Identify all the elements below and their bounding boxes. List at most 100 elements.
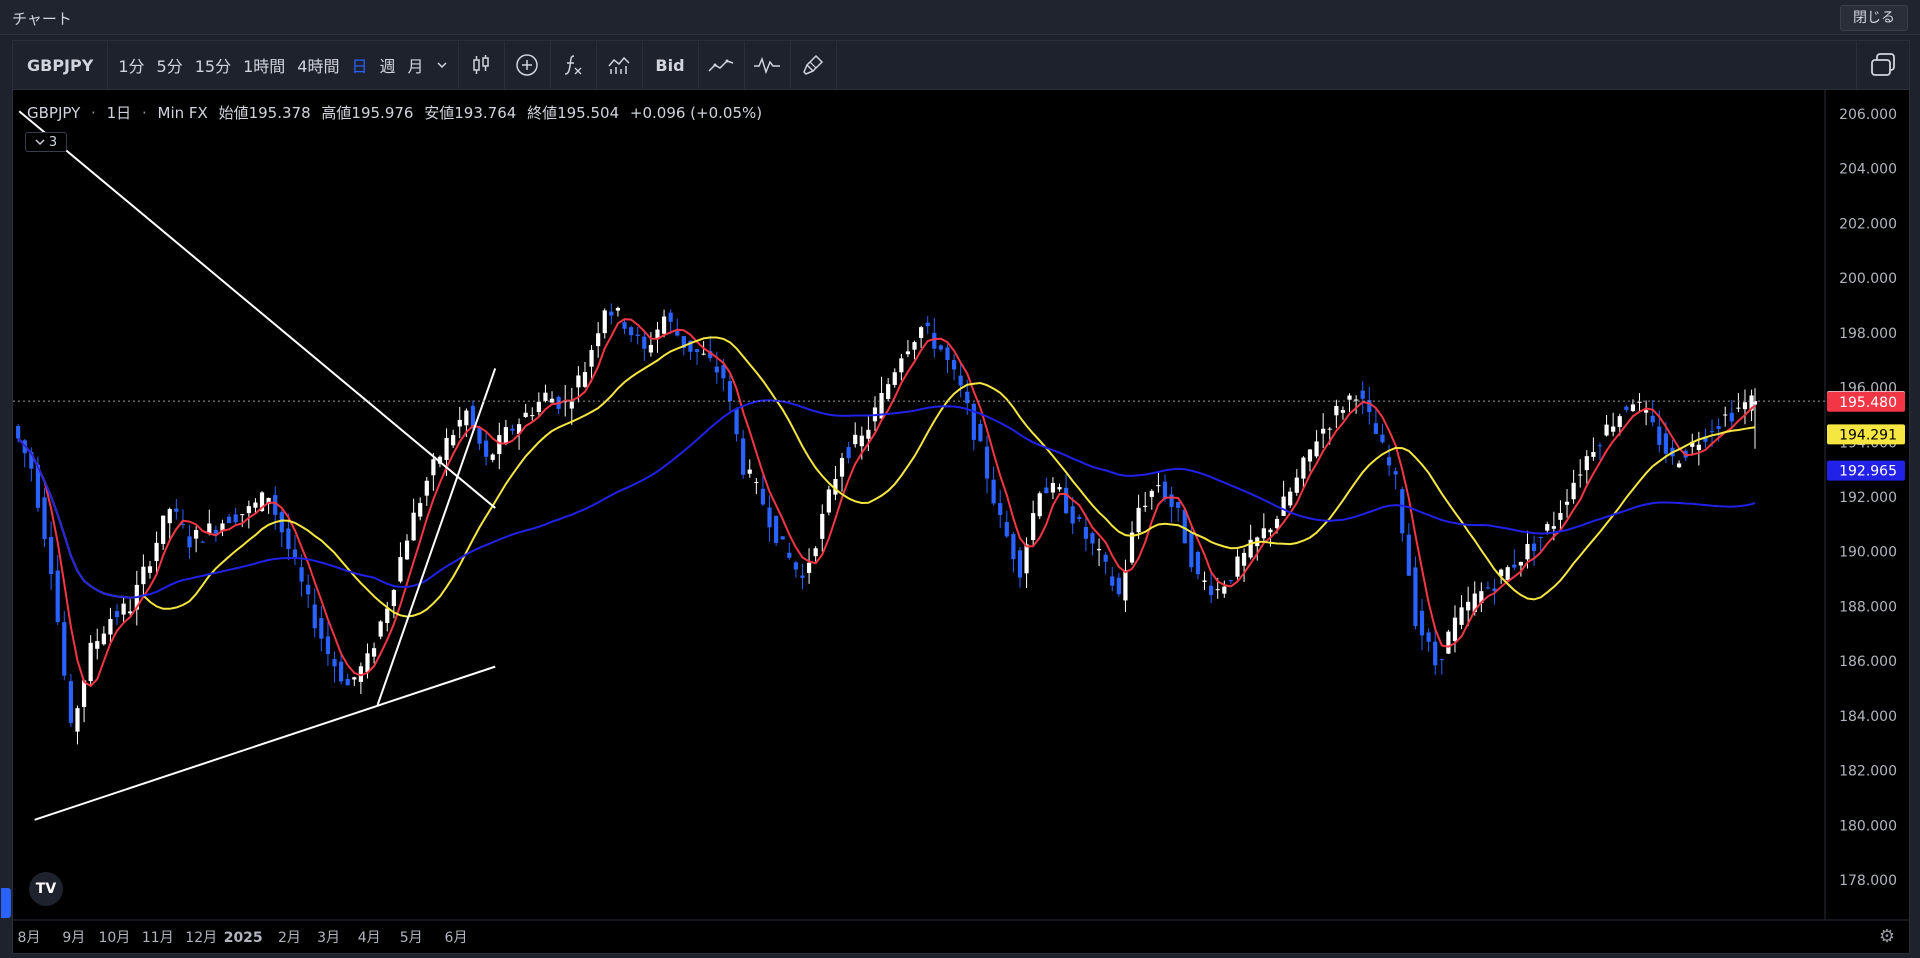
candle-body xyxy=(780,536,785,540)
candle-body xyxy=(68,681,73,723)
candle-body xyxy=(1644,410,1649,413)
candle-body xyxy=(457,419,462,427)
candle-body xyxy=(451,435,456,446)
candle-body xyxy=(233,514,238,523)
brush-icon[interactable] xyxy=(791,41,837,89)
candle-body xyxy=(1004,522,1009,537)
candle-body xyxy=(813,548,818,557)
candle-body xyxy=(121,603,126,615)
candle-body xyxy=(1031,513,1036,541)
candle-body xyxy=(925,322,930,326)
candle-body xyxy=(1169,494,1174,507)
candle-body xyxy=(609,311,614,316)
candle-body xyxy=(246,506,251,514)
trendline-descending-resistance xyxy=(18,110,496,509)
candle-body xyxy=(1195,551,1201,575)
timeframe-1d[interactable]: 日 xyxy=(345,41,373,89)
candle-body xyxy=(147,566,153,573)
candle-body xyxy=(1373,423,1378,434)
candle-body xyxy=(1564,501,1570,505)
candle-body xyxy=(1268,529,1273,533)
indicator-count: 3 xyxy=(48,134,58,150)
candle-body xyxy=(661,316,667,334)
candle-body xyxy=(1393,471,1398,475)
candle-body xyxy=(1327,428,1332,430)
candle-body xyxy=(332,659,337,667)
candle-body xyxy=(1723,414,1728,416)
legend-separator: · xyxy=(141,104,147,122)
candle-body xyxy=(536,401,541,413)
line-chart-icon[interactable] xyxy=(699,41,745,89)
x-tick-label: 6月 xyxy=(445,930,468,946)
timeframe-5m[interactable]: 5分 xyxy=(151,41,189,89)
chart-area[interactable]: 206.000 204.000 202.000 200.000 198.000 196.0… xyxy=(1,90,1909,953)
candle-body xyxy=(503,427,508,444)
bars-icon[interactable] xyxy=(597,41,643,89)
x-tick-label: 12月 xyxy=(185,930,217,946)
function-icon[interactable] xyxy=(551,41,597,89)
legend-open-label: 始値 xyxy=(218,104,249,122)
candle-body xyxy=(1637,401,1642,403)
candle-body xyxy=(622,322,627,329)
add-circle-icon[interactable] xyxy=(505,41,551,89)
candle-body xyxy=(391,589,396,607)
candle-body xyxy=(826,489,831,513)
candle-body xyxy=(1050,483,1056,493)
indicator-toggle-button[interactable]: 3 xyxy=(25,132,67,152)
candle-body xyxy=(279,512,284,533)
candle-body xyxy=(582,372,588,387)
candle-body xyxy=(958,375,963,386)
candle-body xyxy=(312,604,317,629)
candle-body xyxy=(1123,570,1128,601)
chevron-down-icon[interactable] xyxy=(430,41,454,89)
candle-body xyxy=(365,653,370,673)
side-panel-handle[interactable] xyxy=(1,888,11,918)
candle-body xyxy=(615,307,621,311)
timeframe-15m[interactable]: 15分 xyxy=(189,41,237,89)
timeframe-1h[interactable]: 1時間 xyxy=(237,41,291,89)
candle-body xyxy=(424,480,429,496)
candle-body xyxy=(741,438,746,475)
candle-body xyxy=(1096,548,1102,551)
candle-body xyxy=(1650,415,1655,423)
candle-body xyxy=(1347,395,1352,400)
candle-body xyxy=(404,540,410,560)
candle-body xyxy=(1017,550,1023,578)
close-button[interactable]: 閉じる xyxy=(1840,5,1908,31)
gear-icon[interactable]: ⚙ xyxy=(1879,926,1895,947)
symbol-button[interactable]: GBPJPY xyxy=(13,41,109,89)
candle-body xyxy=(319,618,324,639)
window-titlebar: チャート 閉じる xyxy=(0,0,1920,35)
candle-body xyxy=(760,488,766,505)
timeframe-1w[interactable]: 週 xyxy=(373,41,401,89)
candle-body xyxy=(1545,524,1550,531)
candle-body xyxy=(1617,416,1622,427)
candles-icon[interactable] xyxy=(459,41,505,89)
candle-body xyxy=(747,469,752,474)
candle-body xyxy=(1241,552,1247,566)
candle-body xyxy=(1400,489,1405,534)
candle-body xyxy=(530,415,535,417)
layout-icon[interactable] xyxy=(1856,41,1909,89)
candle-body xyxy=(1064,487,1069,514)
candle-body xyxy=(1630,404,1636,412)
candle-body xyxy=(932,332,937,349)
price-label-value: 194.291 xyxy=(1839,427,1897,443)
candle-body xyxy=(1380,434,1385,443)
timeframe-1m[interactable]: 1分 xyxy=(112,41,150,89)
candle-body xyxy=(569,401,574,409)
price-chart[interactable]: 206.000204.000202.000200.000198.000196.0… xyxy=(13,90,1909,953)
chart-toolbar: GBPJPY 1分 5分 15分 1時間 4時間 日 週 月 Bid xyxy=(13,41,1909,90)
candle-body xyxy=(1696,444,1701,451)
bid-toggle-button[interactable]: Bid xyxy=(643,41,699,89)
candle-body xyxy=(1129,532,1135,563)
candle-body xyxy=(154,542,159,562)
legend-close-label: 終値 xyxy=(527,104,558,122)
indicator-wave-icon[interactable] xyxy=(745,41,791,89)
candle-body xyxy=(1235,556,1240,577)
y-tick-label: 182.000 xyxy=(1839,764,1897,780)
tradingview-logo-icon[interactable]: TV xyxy=(29,872,63,906)
timeframe-4h[interactable]: 4時間 xyxy=(291,41,345,89)
candle-body xyxy=(108,619,113,635)
timeframe-1mo[interactable]: 月 xyxy=(401,41,429,89)
